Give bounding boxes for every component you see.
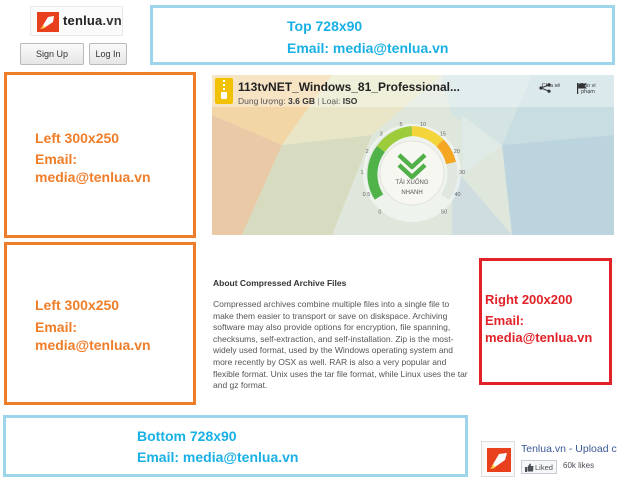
facebook-page-widget: Tenlua.vn - Upload c Liked 60k likes	[479, 438, 624, 482]
rocket-logo-icon	[37, 12, 59, 32]
ad-email-address: media@tenlua.vn	[35, 337, 151, 353]
ad-size-label: Left 300x250	[35, 297, 120, 313]
thumbs-up-icon	[525, 463, 534, 472]
zip-file-icon	[215, 78, 233, 104]
flag-icon	[577, 83, 587, 94]
bottom-ad-banner[interactable]: Bottom 728x90 Email: media@tenlua.vn	[3, 415, 468, 477]
ad-size-label: Top 728x90	[287, 18, 363, 34]
page-avatar[interactable]	[481, 441, 515, 477]
speed-mark-label: 30	[459, 170, 465, 176]
ad-email-label: Email:	[485, 313, 525, 328]
ad-email-label: Email:	[35, 319, 78, 335]
speed-mark-label: 40	[454, 192, 460, 198]
speed-mark-label: 0	[378, 209, 381, 215]
ad-size-label: Right 200x200	[485, 292, 573, 307]
speed-mark-label: 2	[366, 149, 369, 155]
share-button[interactable]: Chia sẻ	[539, 83, 563, 93]
speed-mark-label: 3	[380, 132, 383, 138]
article-body: Compressed archives combine multiple fil…	[213, 299, 468, 391]
left-ad-banner-1[interactable]: Left 300x250 Email: media@tenlua.vn	[4, 72, 196, 238]
report-button[interactable]: Báo vi phạm	[576, 83, 600, 95]
file-meta: Dung lượng: 3.6 GB | Loại: ISO	[238, 96, 358, 106]
likes-count: 60k likes	[563, 461, 595, 470]
article-title: About Compressed Archive Files	[213, 278, 347, 288]
ad-email-address: media@tenlua.vn	[485, 330, 593, 345]
ad-size-label: Bottom 728x90	[137, 428, 237, 444]
rocket-logo-icon	[487, 448, 511, 472]
liked-button[interactable]: Liked	[521, 460, 557, 474]
file-name: 113tvNET_Windows_81_Professional...	[238, 80, 460, 94]
speed-mark-label: 5	[399, 122, 402, 128]
ad-email-label: Email:	[35, 151, 78, 167]
download-panel: 113tvNET_Windows_81_Professional... Dung…	[212, 75, 614, 235]
log-in-button[interactable]: Log In	[89, 43, 127, 65]
sign-up-button[interactable]: Sign Up	[20, 43, 84, 65]
speed-mark-label: 50	[441, 209, 447, 215]
logo-text: tenlua.vn	[63, 13, 122, 28]
speed-mark-label: 0.5	[363, 192, 371, 198]
ad-email-label: Email: media@tenlua.vn	[287, 40, 449, 56]
top-ad-banner[interactable]: Top 728x90 Email: media@tenlua.vn	[150, 5, 615, 65]
speed-mark-label: 10	[420, 122, 426, 128]
ad-email-label: Email: media@tenlua.vn	[137, 449, 299, 465]
share-icon	[539, 83, 551, 93]
speed-mark-label: 1	[360, 170, 363, 176]
ad-size-label: Left 300x250	[35, 130, 120, 146]
speed-mark-label: 15	[440, 132, 446, 138]
speed-mark-label: 20	[454, 149, 460, 155]
left-ad-banner-2[interactable]: Left 300x250 Email: media@tenlua.vn	[4, 242, 196, 405]
site-logo[interactable]: tenlua.vn	[30, 6, 123, 36]
speed-scale: 0 0.5 1 2 3 5 10 15 20 30 40 50	[360, 122, 465, 215]
page-name-link[interactable]: Tenlua.vn - Upload c	[521, 443, 617, 455]
ad-email-address: media@tenlua.vn	[35, 169, 151, 185]
right-ad-banner[interactable]: Right 200x200 Email: media@tenlua.vn	[479, 258, 612, 385]
